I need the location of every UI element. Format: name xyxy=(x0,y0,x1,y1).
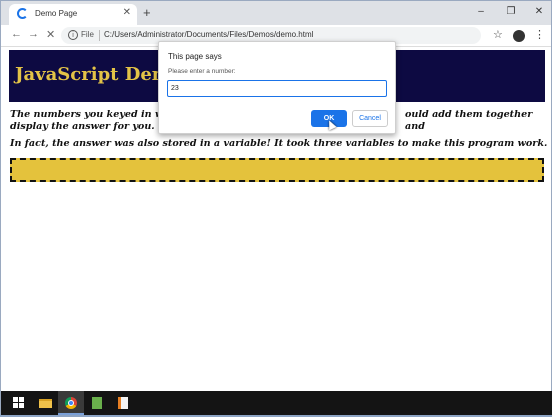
stop-button[interactable]: ✕ xyxy=(46,28,55,41)
paragraph-2: In fact, the answer was also stored in a… xyxy=(10,138,548,149)
paragraph-1-left: The numbers you keyed in were xyxy=(10,109,181,120)
dialog-message: Please enter a number: xyxy=(168,68,236,75)
prompt-dialog: This page says Please enter a number: 23… xyxy=(158,41,396,134)
browser-window: Demo Page ✕ + – ❐ ✕ ← → ✕ i File C:/User… xyxy=(0,0,552,415)
answer-box xyxy=(10,158,544,182)
document-icon[interactable] xyxy=(84,391,110,415)
number-input[interactable]: 23 xyxy=(167,80,387,97)
paragraph-1-line2: display the answer for you. xyxy=(10,121,155,132)
bookmark-star-icon[interactable]: ☆ xyxy=(493,28,503,41)
paragraph-1-right: ould add them together and xyxy=(405,109,533,132)
cancel-button[interactable]: Cancel xyxy=(352,110,388,127)
tab-strip: Demo Page ✕ + – ❐ ✕ xyxy=(1,1,551,25)
dialog-title: This page says xyxy=(168,52,222,61)
forward-button[interactable]: → xyxy=(28,28,39,40)
new-tab-button[interactable]: + xyxy=(143,5,151,20)
url-text[interactable]: C:/Users/Administrator/Documents/Files/D… xyxy=(104,30,313,39)
tab-demo-page[interactable]: Demo Page ✕ xyxy=(9,4,137,25)
menu-icon[interactable]: ⋮ xyxy=(534,28,545,41)
scheme-label: File xyxy=(81,30,94,39)
tab-title: Demo Page xyxy=(35,9,78,18)
divider xyxy=(99,30,100,41)
minimize-button[interactable]: – xyxy=(467,3,495,21)
info-icon[interactable]: i xyxy=(68,30,78,40)
file-explorer-icon[interactable] xyxy=(32,391,58,415)
close-window-button[interactable]: ✕ xyxy=(525,3,552,21)
back-button[interactable]: ← xyxy=(11,28,22,40)
profile-icon[interactable] xyxy=(513,30,525,42)
close-tab-icon[interactable]: ✕ xyxy=(123,7,131,18)
loading-icon xyxy=(17,8,28,19)
chrome-icon[interactable] xyxy=(58,391,84,415)
taskbar xyxy=(1,391,552,415)
windows-start-icon[interactable] xyxy=(5,391,31,415)
file-icon[interactable] xyxy=(110,391,136,415)
restore-button[interactable]: ❐ xyxy=(497,3,525,21)
